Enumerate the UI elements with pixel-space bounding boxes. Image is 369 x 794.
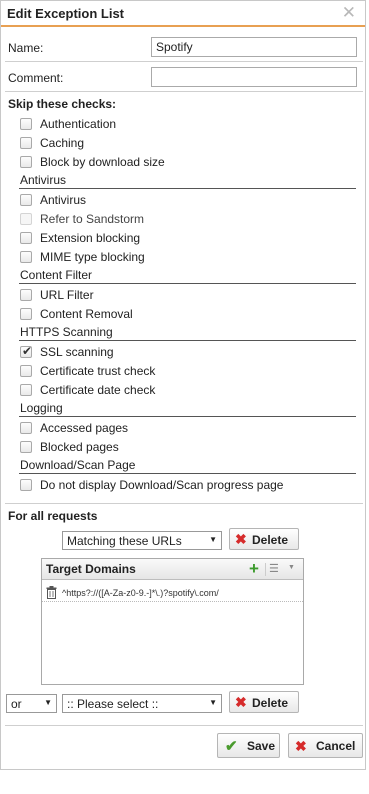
- dropdown-arrow-icon: ▼: [209, 535, 217, 544]
- checkbox-label: Do not display Download/Scan progress pa…: [40, 478, 284, 492]
- cancel-button-label: Cancel: [316, 739, 356, 753]
- group-header-download: Download/Scan Page: [20, 458, 136, 472]
- target-domains-title: Target Domains: [46, 562, 136, 576]
- checkbox-caching[interactable]: [20, 137, 32, 149]
- checkmark-icon: ✔: [225, 738, 238, 755]
- dropdown-arrow-icon: ▼: [44, 698, 52, 707]
- divider: [5, 91, 363, 92]
- delete-icon: ✖: [235, 694, 247, 710]
- checkbox-do-not-display-download-scan-progress-page[interactable]: [20, 479, 32, 491]
- checkbox-label: Refer to Sandstorm: [40, 212, 145, 226]
- checkbox-label: Authentication: [40, 117, 117, 131]
- group-divider: [19, 188, 356, 189]
- cancel-button[interactable]: ✖ Cancel: [288, 733, 363, 758]
- target-domains-header: Target Domains + ☰ ▼: [42, 559, 303, 580]
- domain-row[interactable]: ^https?://([A-Za-z0-9.-]*\.)?spotify\.co…: [42, 585, 303, 602]
- save-button-label: Save: [247, 739, 276, 753]
- checkbox-label: Antivirus: [40, 193, 87, 207]
- checkbox-label: Certificate trust check: [40, 364, 156, 378]
- checkbox-antivirus[interactable]: [20, 194, 32, 206]
- checkbox-label: Content Removal: [40, 307, 133, 321]
- checkbox-mime-type-blocking[interactable]: [20, 251, 32, 263]
- list-menu-icon[interactable]: ☰: [269, 562, 279, 575]
- name-label: Name:: [8, 41, 44, 55]
- operator-select-value: or: [11, 697, 22, 711]
- group-header-antivirus: Antivirus: [20, 173, 67, 187]
- dialog-titlebar: Edit Exception List ✕: [1, 1, 365, 27]
- for-all-requests-title: For all requests: [8, 509, 98, 523]
- checkbox-extension-blocking[interactable]: [20, 232, 32, 244]
- cancel-icon: ✖: [295, 738, 307, 754]
- checkbox-certificate-trust-check[interactable]: [20, 365, 32, 377]
- checkbox-label: SSL scanning: [40, 345, 114, 359]
- group-header-content-filter: Content Filter: [20, 268, 93, 282]
- checkbox-label: URL Filter: [40, 288, 94, 302]
- url-match-select-value: Matching these URLs: [67, 534, 182, 548]
- condition-select[interactable]: :: Please select :: ▼: [62, 694, 222, 713]
- checkbox-authentication[interactable]: [20, 118, 32, 130]
- divider: [265, 563, 266, 576]
- operator-select[interactable]: or ▼: [6, 694, 57, 713]
- group-divider: [19, 416, 356, 417]
- delete-button[interactable]: ✖ Delete: [229, 691, 299, 713]
- checkbox-refer-to-sandstorm: [20, 213, 32, 225]
- checkbox-block-by-download-size[interactable]: [20, 156, 32, 168]
- skip-checks-title: Skip these checks:: [8, 97, 117, 111]
- save-button[interactable]: ✔ Save: [217, 733, 280, 758]
- domain-pattern: ^https?://([A-Za-z0-9.-]*\.)?spotify\.co…: [62, 588, 219, 598]
- group-divider: [19, 473, 356, 474]
- checkbox-label: Blocked pages: [40, 440, 119, 454]
- checkbox-label: Certificate date check: [40, 383, 156, 397]
- group-header-logging: Logging: [20, 401, 63, 415]
- delete-button-label: Delete: [252, 696, 289, 710]
- close-icon[interactable]: ✕: [342, 4, 356, 21]
- divider: [5, 503, 363, 504]
- checkmark-icon: ✔: [22, 344, 33, 358]
- trash-icon[interactable]: [46, 586, 57, 599]
- comment-input[interactable]: [151, 67, 357, 87]
- checkbox-accessed-pages[interactable]: [20, 422, 32, 434]
- checkbox-blocked-pages[interactable]: [20, 441, 32, 453]
- checkbox-ssl-scanning[interactable]: ✔: [20, 344, 33, 358]
- delete-button-label: Delete: [252, 533, 289, 547]
- condition-select-value: :: Please select ::: [67, 697, 159, 711]
- chevron-down-icon[interactable]: ▼: [288, 564, 295, 571]
- group-header-https: HTTPS Scanning: [20, 325, 113, 339]
- name-input[interactable]: [151, 37, 357, 57]
- checkbox-label: Caching: [40, 136, 85, 150]
- checkbox-certificate-date-check[interactable]: [20, 384, 32, 396]
- checkbox-label: Accessed pages: [40, 421, 129, 435]
- checkbox-label: MIME type blocking: [40, 250, 145, 264]
- divider: [5, 725, 363, 726]
- url-match-select[interactable]: Matching these URLs ▼: [62, 531, 222, 550]
- delete-icon: ✖: [235, 531, 247, 547]
- delete-button[interactable]: ✖ Delete: [229, 528, 299, 550]
- checkbox-label: Extension blocking: [40, 231, 141, 245]
- comment-label: Comment:: [8, 71, 64, 85]
- checkbox-label: Block by download size: [40, 155, 165, 169]
- group-divider: [19, 340, 356, 341]
- add-icon[interactable]: +: [249, 559, 259, 579]
- edit-exception-dialog: Edit Exception List ✕ Name: Comment: Ski…: [0, 0, 366, 770]
- checkbox-content-removal[interactable]: [20, 308, 32, 320]
- divider: [5, 61, 363, 62]
- dialog-title: Edit Exception List: [7, 6, 125, 21]
- checkbox-url-filter[interactable]: [20, 289, 32, 301]
- group-divider: [19, 283, 356, 284]
- dropdown-arrow-icon: ▼: [209, 698, 217, 707]
- target-domains-panel: Target Domains + ☰ ▼ ^https?://([A-Za-z0…: [41, 558, 304, 685]
